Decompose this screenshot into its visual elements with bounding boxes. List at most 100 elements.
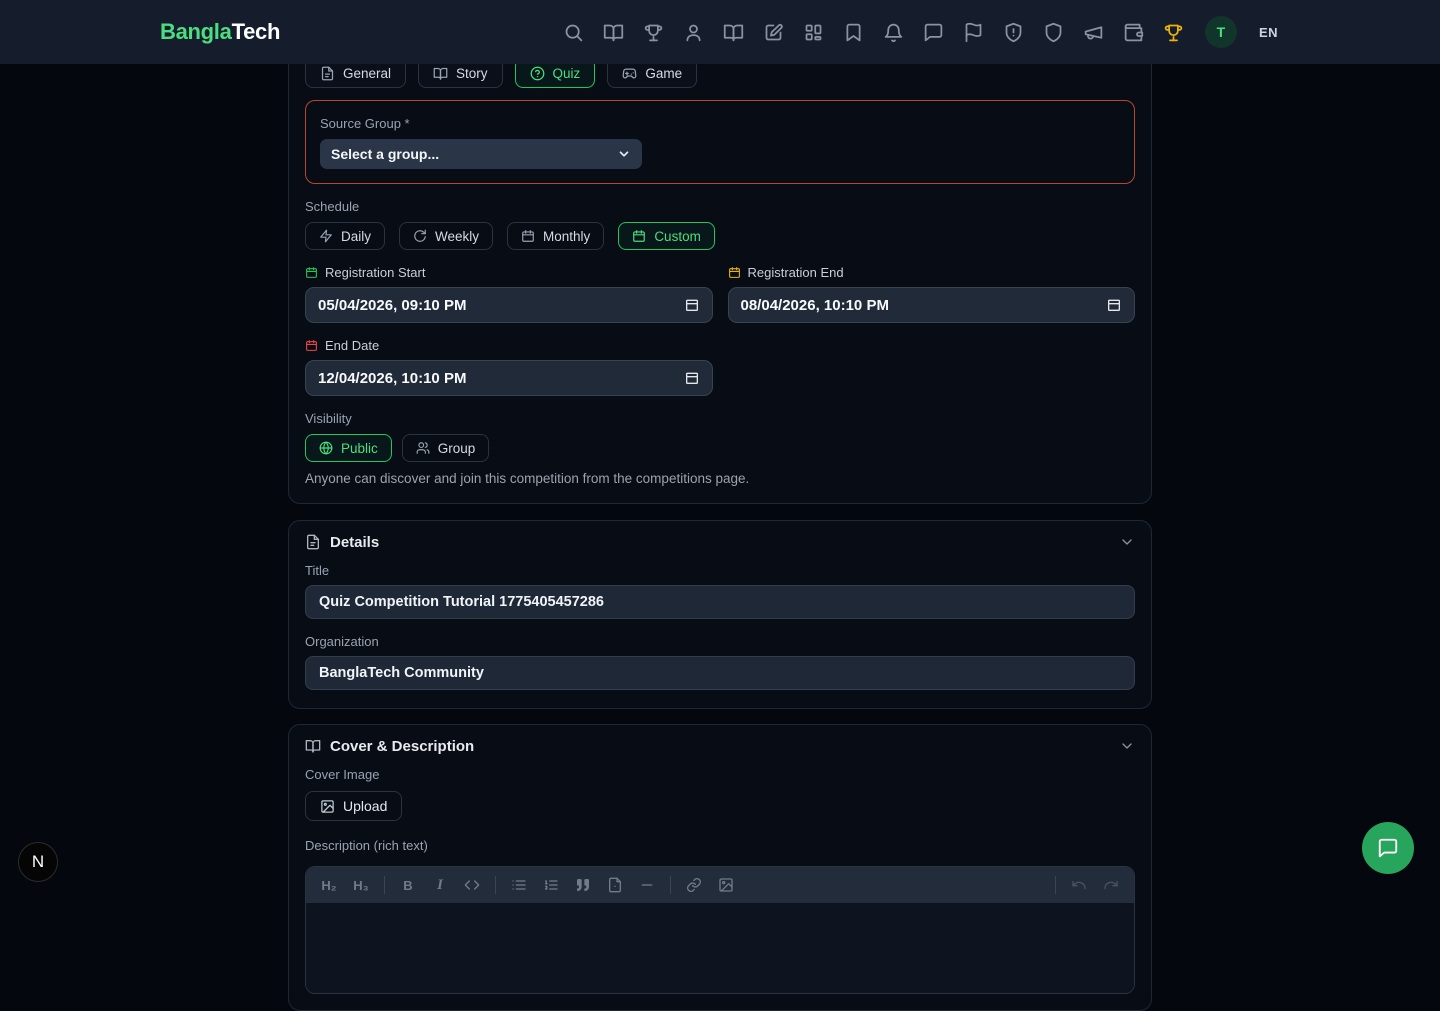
brand-logo-part1: Bangla <box>160 19 232 44</box>
bold-button[interactable]: B <box>393 872 423 898</box>
cover-description-card: Cover & Description Cover Image Upload D… <box>288 724 1152 1011</box>
registration-end-input[interactable]: 08/04/2026, 10:10 PM <box>728 287 1136 323</box>
visibility-options: Public Group <box>305 434 1135 462</box>
chat-fab-button[interactable] <box>1362 822 1414 874</box>
bell-icon[interactable] <box>883 22 904 43</box>
date-picker-icon[interactable] <box>1106 297 1122 313</box>
calendar-icon <box>728 266 741 279</box>
help-circle-icon <box>530 66 545 81</box>
italic-button[interactable]: I <box>425 872 455 898</box>
tab-story-label: Story <box>456 66 488 81</box>
chevron-down-icon[interactable] <box>1119 738 1135 754</box>
details-section-header[interactable]: Details <box>305 521 1135 563</box>
navbar-icons: T EN <box>563 16 1278 48</box>
ordered-list-button[interactable] <box>536 872 566 898</box>
code-block-button[interactable] <box>600 872 630 898</box>
editor-toolbar: H₂ H₃ B I <box>306 867 1134 903</box>
book-open-icon <box>305 738 321 754</box>
schedule-custom-button[interactable]: Custom <box>618 222 715 250</box>
date-picker-icon[interactable] <box>684 370 700 386</box>
date-picker-icon[interactable] <box>684 297 700 313</box>
visibility-group-button[interactable]: Group <box>402 434 490 462</box>
user-icon[interactable] <box>683 22 704 43</box>
edit-icon[interactable] <box>763 22 784 43</box>
bullet-list-button[interactable] <box>504 872 534 898</box>
chevron-down-icon[interactable] <box>1119 534 1135 550</box>
file-text-icon <box>305 534 321 550</box>
registration-end-field: Registration End 08/04/2026, 10:10 PM <box>728 265 1136 323</box>
source-group-select[interactable]: Select a group... <box>320 139 642 169</box>
tab-game-label: Game <box>645 66 682 81</box>
horizontal-rule-button[interactable] <box>632 872 662 898</box>
chat-icon[interactable] <box>923 22 944 43</box>
organization-input[interactable]: BanglaTech Community <box>305 656 1135 690</box>
top-navbar: BanglaTech <box>0 0 1440 64</box>
layout-grid-icon[interactable] <box>803 22 824 43</box>
flag-icon[interactable] <box>963 22 984 43</box>
source-group-label: Source Group * <box>320 116 1120 131</box>
brand-logo[interactable]: BanglaTech <box>160 19 280 45</box>
schedule-weekly-label: Weekly <box>435 229 479 244</box>
details-section-title: Details <box>330 534 379 551</box>
blockquote-button[interactable] <box>568 872 598 898</box>
visibility-public-button[interactable]: Public <box>305 434 392 462</box>
details-card: Details Title Quiz Competition Tutorial … <box>288 520 1152 709</box>
nextjs-dev-badge[interactable]: N <box>18 842 58 882</box>
gamepad-icon <box>622 66 637 81</box>
organization-label: Organization <box>305 634 1135 649</box>
brand-logo-part2: Tech <box>232 19 281 44</box>
wallet-icon[interactable] <box>1123 22 1144 43</box>
calendar-icon <box>305 339 318 352</box>
cover-section-header[interactable]: Cover & Description <box>305 725 1135 767</box>
schedule-options: Daily Weekly Monthly Custom <box>305 222 1135 250</box>
link-button[interactable] <box>679 872 709 898</box>
language-selector[interactable]: EN <box>1259 25 1278 40</box>
editor-content-area[interactable] <box>306 903 1134 993</box>
schedule-monthly-button[interactable]: Monthly <box>507 222 604 250</box>
library-icon[interactable] <box>723 22 744 43</box>
heading3-button[interactable]: H₃ <box>346 872 376 898</box>
user-avatar[interactable]: T <box>1205 16 1237 48</box>
title-label: Title <box>305 563 1135 578</box>
registration-start-value: 05/04/2026, 09:10 PM <box>318 297 466 314</box>
file-text-icon <box>320 66 335 81</box>
registration-start-field: Registration Start 05/04/2026, 09:10 PM <box>305 265 713 323</box>
undo-button[interactable] <box>1064 872 1094 898</box>
code-button[interactable] <box>457 872 487 898</box>
upload-button[interactable]: Upload <box>305 791 402 821</box>
registration-end-label: Registration End <box>748 265 844 280</box>
image-icon <box>320 799 335 814</box>
trophy-active-icon[interactable] <box>1163 22 1184 43</box>
schedule-custom-label: Custom <box>654 229 701 244</box>
title-input[interactable]: Quiz Competition Tutorial 1775405457286 <box>305 585 1135 619</box>
megaphone-icon[interactable] <box>1083 22 1104 43</box>
redo-button[interactable] <box>1096 872 1126 898</box>
end-date-value: 12/04/2026, 10:10 PM <box>318 370 466 387</box>
tab-quiz-label: Quiz <box>553 66 581 81</box>
book-open-icon <box>433 66 448 81</box>
source-group-selected-value: Select a group... <box>331 146 439 162</box>
shield-alert-icon[interactable] <box>1003 22 1024 43</box>
schedule-monthly-label: Monthly <box>543 229 590 244</box>
schedule-daily-button[interactable]: Daily <box>305 222 385 250</box>
registration-start-input[interactable]: 05/04/2026, 09:10 PM <box>305 287 713 323</box>
visibility-label: Visibility <box>305 411 1135 426</box>
toolbar-divider <box>495 876 496 894</box>
search-icon[interactable] <box>563 22 584 43</box>
title-value: Quiz Competition Tutorial 1775405457286 <box>319 594 604 610</box>
globe-icon <box>319 441 333 455</box>
end-date-row: End Date 12/04/2026, 10:10 PM <box>305 338 1135 396</box>
heading2-button[interactable]: H₂ <box>314 872 344 898</box>
schedule-weekly-button[interactable]: Weekly <box>399 222 493 250</box>
end-date-input[interactable]: 12/04/2026, 10:10 PM <box>305 360 713 396</box>
bookmark-icon[interactable] <box>843 22 864 43</box>
users-icon <box>416 441 430 455</box>
book-open-icon[interactable] <box>603 22 624 43</box>
quiz-settings-card: General Story Quiz Game Source Group * S… <box>288 50 1152 504</box>
visibility-helper-text: Anyone can discover and join this compet… <box>305 471 1135 486</box>
shield-icon[interactable] <box>1043 22 1064 43</box>
toolbar-divider <box>384 876 385 894</box>
schedule-label: Schedule <box>305 199 1135 214</box>
insert-image-button[interactable] <box>711 872 741 898</box>
trophy-icon[interactable] <box>643 22 664 43</box>
